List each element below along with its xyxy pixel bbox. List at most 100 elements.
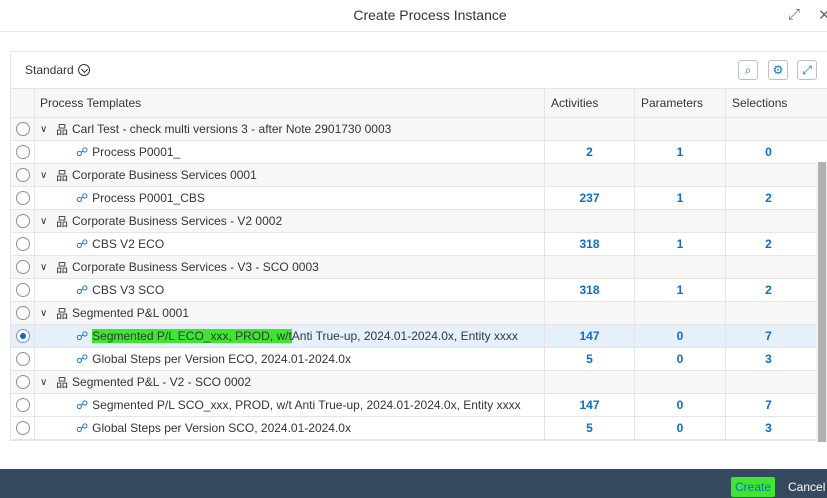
chevron-down-icon[interactable]: ∨ bbox=[40, 216, 52, 227]
process-icon: ☍ bbox=[76, 237, 89, 251]
activities-value[interactable]: 237 bbox=[545, 187, 635, 209]
selections-value[interactable]: 0 bbox=[726, 141, 811, 163]
row-radio[interactable] bbox=[15, 168, 30, 182]
activities-value[interactable]: 5 bbox=[545, 417, 635, 439]
hierarchy-icon: 品 bbox=[56, 214, 69, 229]
chevron-down-icon[interactable]: ∨ bbox=[40, 124, 52, 135]
fullscreen-button[interactable]: ⤢ bbox=[797, 60, 817, 80]
process-icon: ☍ bbox=[76, 398, 89, 412]
process-icon: ☍ bbox=[76, 145, 89, 159]
process-templates-panel: Standard ⌕ ⚙ ⤢ Process Templates Activit… bbox=[10, 51, 827, 442]
variant-label: Standard bbox=[25, 63, 74, 77]
table-row[interactable]: ☍ Segmented P/L SCO_xxx, PROD, w/t Anti T… bbox=[11, 394, 827, 417]
table-row[interactable]: ☍ Process P0001_CBS 237 1 2 bbox=[11, 187, 827, 210]
table-row[interactable]: ☍ Global Steps per Version SCO, 2024.01-2… bbox=[11, 417, 827, 440]
column-header-parameters[interactable]: Parameters bbox=[635, 89, 726, 117]
group-label: Corporate Business Services 0001 bbox=[72, 168, 257, 182]
row-radio[interactable] bbox=[15, 237, 30, 251]
parameters-value[interactable]: 0 bbox=[635, 325, 726, 347]
selections-value[interactable]: 7 bbox=[726, 325, 811, 347]
chevron-down-icon bbox=[77, 64, 90, 76]
column-header-activities[interactable]: Activities bbox=[545, 89, 635, 117]
create-button[interactable]: Create bbox=[731, 477, 776, 497]
hierarchy-icon: 品 bbox=[56, 122, 69, 137]
group-label: Corporate Business Services - V2 0002 bbox=[72, 214, 283, 228]
parameters-value[interactable]: 1 bbox=[635, 141, 726, 163]
hierarchy-icon: 品 bbox=[56, 306, 69, 321]
selections-value[interactable]: 2 bbox=[726, 187, 811, 209]
item-label: Segmented P/L SCO_xxx, PROD, w/t Anti Tr… bbox=[92, 398, 521, 412]
vertical-scrollbar[interactable] bbox=[816, 162, 827, 442]
table-row[interactable]: ☍ CBS V3 SCO 318 1 2 bbox=[11, 279, 827, 302]
selections-value[interactable]: 2 bbox=[726, 279, 811, 301]
row-radio[interactable] bbox=[15, 191, 30, 205]
close-icon[interactable]: ✕ bbox=[818, 6, 827, 24]
hierarchy-icon: 品 bbox=[56, 168, 69, 183]
row-radio-selected[interactable] bbox=[15, 329, 30, 343]
table-row[interactable]: ∨ 品 Segmented P&L 0001 bbox=[11, 302, 827, 325]
selections-value[interactable]: 2 bbox=[726, 233, 811, 255]
row-radio[interactable] bbox=[15, 398, 30, 412]
column-header-templates[interactable]: Process Templates bbox=[35, 89, 545, 117]
row-radio[interactable] bbox=[15, 352, 30, 366]
parameters-value[interactable]: 0 bbox=[635, 394, 726, 416]
activities-value[interactable]: 318 bbox=[545, 279, 635, 301]
table-row[interactable]: ∨ 品 Corporate Business Services - V2 0002 bbox=[11, 210, 827, 233]
group-label: Segmented P&L - V2 - SCO 0002 bbox=[72, 375, 252, 389]
row-radio[interactable] bbox=[15, 283, 30, 297]
chevron-down-icon[interactable]: ∨ bbox=[40, 262, 52, 273]
parameters-value[interactable]: 1 bbox=[635, 187, 726, 209]
chevron-down-icon[interactable]: ∨ bbox=[40, 377, 52, 388]
row-radio[interactable] bbox=[15, 214, 30, 228]
activities-value[interactable]: 147 bbox=[545, 394, 635, 416]
search-button[interactable]: ⌕ bbox=[738, 60, 758, 80]
item-label: Anti True-up, 2024.01-2024.0x, Entity xx… bbox=[291, 329, 518, 343]
dialog-footer: Create Cancel bbox=[0, 469, 827, 498]
table-row[interactable]: ∨ 品 Carl Test - check multi versions 3 - a… bbox=[11, 118, 827, 141]
row-radio[interactable] bbox=[15, 260, 30, 274]
table-row[interactable]: ☍ CBS V2 ECO 318 1 2 bbox=[11, 233, 827, 256]
item-label: Global Steps per Version ECO, 2024.01-20… bbox=[92, 352, 351, 366]
parameters-value[interactable]: 1 bbox=[635, 279, 726, 301]
row-radio[interactable] bbox=[15, 122, 30, 136]
group-label: Corporate Business Services - V3 - SCO 0… bbox=[72, 260, 319, 274]
settings-button[interactable]: ⚙ bbox=[768, 60, 788, 80]
process-templates-table: Process Templates Activities Parameters … bbox=[11, 88, 827, 440]
activities-value[interactable]: 147 bbox=[545, 325, 635, 347]
activities-value[interactable]: 2 bbox=[545, 141, 635, 163]
chevron-down-icon[interactable]: ∨ bbox=[40, 308, 52, 319]
process-icon: ☍ bbox=[76, 329, 89, 343]
parameters-value[interactable]: 0 bbox=[635, 417, 726, 439]
hierarchy-icon: 品 bbox=[56, 375, 69, 390]
chevron-down-icon[interactable]: ∨ bbox=[40, 170, 52, 181]
table-row[interactable]: ☍ Process P0001_ 2 1 0 bbox=[11, 141, 827, 164]
selections-value[interactable]: 3 bbox=[726, 348, 811, 370]
row-radio[interactable] bbox=[15, 145, 30, 159]
fullscreen-icon: ⤢ bbox=[802, 63, 812, 77]
column-header-selections[interactable]: Selections bbox=[726, 89, 811, 117]
table-row[interactable]: ∨ 品 Corporate Business Services - V3 - SCO… bbox=[11, 256, 827, 279]
variant-selector[interactable]: Standard bbox=[25, 63, 90, 77]
table-row[interactable]: ∨ 品 Segmented P&L - V2 - SCO 0002 bbox=[11, 371, 827, 394]
table-row-selected[interactable]: ☍ Segmented P/L ECO_xxx, PROD, w/t Anti T… bbox=[11, 325, 827, 348]
group-label: Segmented P&L 0001 bbox=[72, 306, 189, 320]
item-label: Process P0001_CBS bbox=[92, 191, 205, 205]
search-icon: ⌕ bbox=[744, 63, 752, 77]
row-radio[interactable] bbox=[15, 421, 30, 435]
scrollbar-thumb[interactable] bbox=[818, 162, 826, 442]
process-icon: ☍ bbox=[76, 352, 89, 366]
table-row[interactable]: ☍ Global Steps per Version ECO, 2024.01-2… bbox=[11, 348, 827, 371]
table-row[interactable]: ∨ 品 Corporate Business Services 0001 bbox=[11, 164, 827, 187]
process-icon: ☍ bbox=[76, 283, 89, 297]
row-radio[interactable] bbox=[15, 306, 30, 320]
cancel-button[interactable]: Cancel bbox=[788, 477, 825, 497]
selections-value[interactable]: 7 bbox=[726, 394, 811, 416]
selections-value[interactable]: 3 bbox=[726, 417, 811, 439]
group-label: Carl Test - check multi versions 3 - aft… bbox=[72, 122, 392, 136]
parameters-value[interactable]: 0 bbox=[635, 348, 726, 370]
activities-value[interactable]: 5 bbox=[545, 348, 635, 370]
activities-value[interactable]: 318 bbox=[545, 233, 635, 255]
parameters-value[interactable]: 1 bbox=[635, 233, 726, 255]
row-radio[interactable] bbox=[15, 375, 30, 389]
expand-icon[interactable]: ⤢ bbox=[788, 6, 806, 24]
